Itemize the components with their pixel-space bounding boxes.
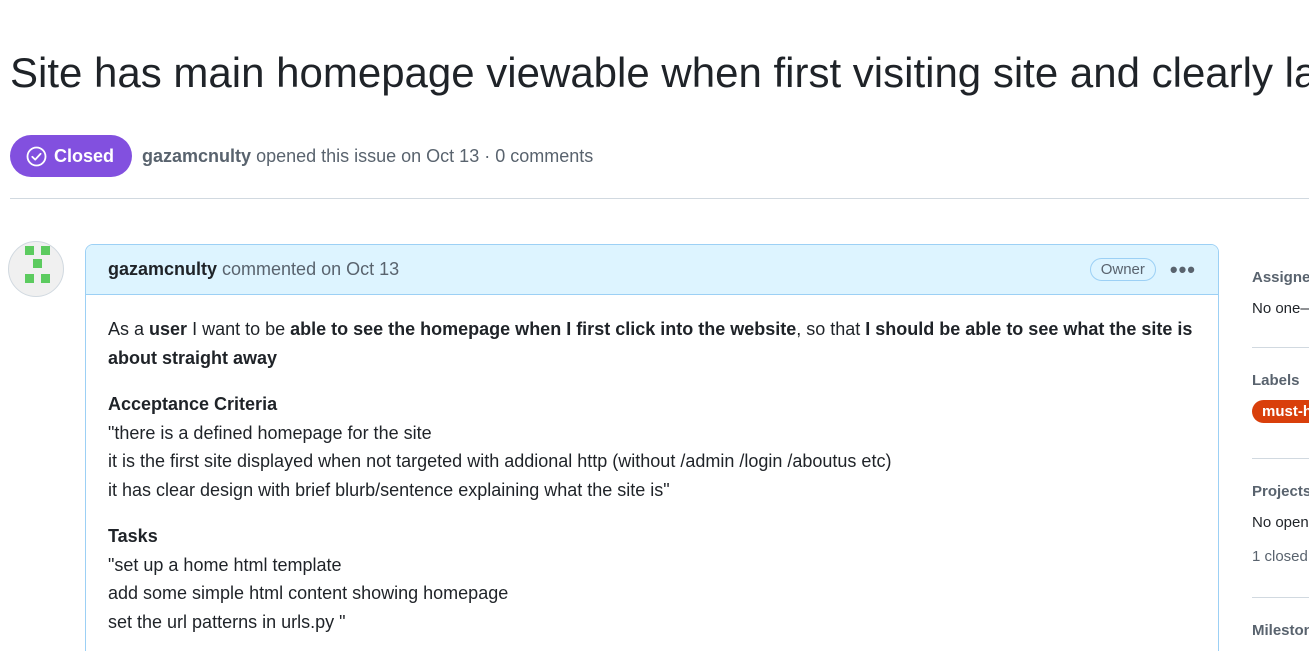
assignees-section[interactable]: Assignees No one—	[1252, 269, 1309, 317]
labels-list: must-have	[1252, 400, 1309, 423]
user-story-paragraph: As a user I want to be able to see the h…	[108, 315, 1196, 372]
issue-meta-text: opened this issue on Oct 13 · 0 comments	[256, 145, 594, 166]
assignees-value: No one—	[1252, 300, 1309, 317]
comment-header: gazamcnulty commented on Oct 13 Owner ••…	[86, 245, 1218, 295]
milestone-heading[interactable]: Milestone	[1252, 622, 1309, 639]
issue-meta: gazamcnulty opened this issue on Oct 13 …	[142, 146, 593, 167]
sidebar-divider	[1252, 597, 1309, 598]
milestone-section[interactable]: Milestone	[1252, 622, 1309, 639]
issue-state-badge: Closed	[10, 135, 133, 177]
projects-section[interactable]: Projects No open projects 1 closed proje…	[1252, 483, 1309, 565]
task-line: add some simple html content showing hom…	[108, 583, 509, 603]
issue-sidebar: Assignees No one— Labels must-have Proje…	[1252, 250, 1309, 651]
comment-author-link[interactable]: gazamcnulty	[108, 259, 217, 280]
projects-heading[interactable]: Projects	[1252, 483, 1309, 500]
assignees-heading[interactable]: Assignees	[1252, 269, 1309, 286]
tasks-section: Tasks "set up a home html template add som…	[108, 522, 1196, 636]
sidebar-divider	[1252, 347, 1309, 348]
tasks-heading: Tasks	[108, 526, 158, 546]
avatar[interactable]	[8, 241, 64, 297]
owner-badge: Owner	[1089, 258, 1156, 281]
criteria-line: it has clear design with brief blurb/sen…	[108, 479, 670, 500]
story-text-2: I want to be	[187, 319, 291, 339]
issue-author-link[interactable]: gazamcnulty	[142, 146, 251, 166]
comment-timestamp[interactable]: commented on Oct 13	[222, 259, 399, 280]
acceptance-criteria-section: Acceptance Criteria "there is a defined h…	[108, 390, 1196, 504]
projects-value: No open projects	[1252, 514, 1309, 531]
story-text-1: As a	[108, 319, 150, 339]
criteria-line: "there is a defined homepage for the sit…	[108, 422, 432, 443]
story-role: user	[149, 319, 188, 339]
sidebar-divider	[1252, 458, 1309, 459]
task-line: "set up a home html template	[108, 554, 342, 575]
story-text-3: , so that	[796, 319, 866, 339]
kebab-menu-icon[interactable]: •••	[1170, 258, 1196, 280]
story-goal: able to see the homepage when I first cl…	[290, 319, 797, 339]
label-must-have[interactable]: must-have	[1252, 400, 1309, 423]
labels-section[interactable]: Labels must-have	[1252, 372, 1309, 423]
criteria-line: it is the first site displayed when not …	[108, 451, 892, 471]
issue-page: Site has main homepage viewable when fir…	[0, 0, 1309, 651]
issue-status-row: Closed gazamcnulty opened this issue on …	[10, 135, 593, 177]
header-divider	[10, 198, 1309, 199]
comment-body: As a user I want to be able to see the h…	[86, 295, 1218, 636]
acceptance-criteria-heading: Acceptance Criteria	[108, 394, 278, 414]
identicon-avatar-image	[25, 246, 50, 283]
issue-title: Site has main homepage viewable when fir…	[10, 46, 1309, 100]
comment-box: gazamcnulty commented on Oct 13 Owner ••…	[85, 244, 1219, 651]
projects-closed-link[interactable]: 1 closed project	[1252, 548, 1309, 565]
issue-state-label: Closed	[54, 145, 115, 166]
issue-title-text: Site has main homepage viewable when fir…	[10, 49, 1309, 97]
task-line: set the url patterns in urls.py "	[108, 611, 346, 632]
check-circle-icon	[26, 146, 47, 166]
labels-heading[interactable]: Labels	[1252, 372, 1309, 389]
